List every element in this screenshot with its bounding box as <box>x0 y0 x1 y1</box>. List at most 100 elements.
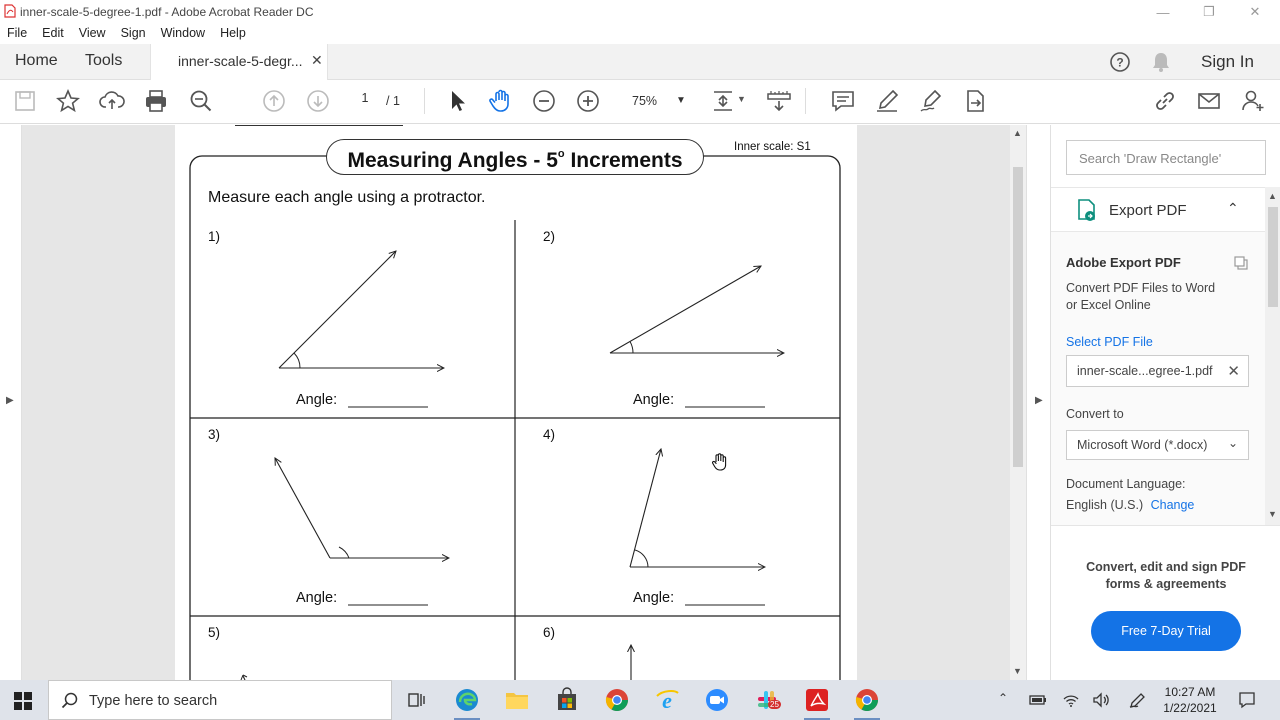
taskbar-search[interactable]: Type here to search <box>48 680 392 720</box>
export-pdf-header[interactable]: Export PDF ⌃ <box>1051 188 1265 232</box>
select-pdf-file-link[interactable]: Select PDF File <box>1066 335 1153 349</box>
zoom-out-icon[interactable] <box>531 88 557 114</box>
add-user-icon[interactable] <box>1240 88 1266 114</box>
show-hidden-icons-icon[interactable]: ⌃ <box>998 691 1008 705</box>
edge-icon[interactable] <box>454 687 480 713</box>
scroll-down-icon[interactable]: ▼ <box>1013 666 1022 676</box>
copy-icon[interactable] <box>1233 255 1249 271</box>
zoom-icon[interactable] <box>704 687 730 713</box>
menu-edit[interactable]: Edit <box>35 24 72 44</box>
tools-search-input[interactable]: Search 'Draw Rectangle' <box>1066 140 1266 175</box>
share-file-icon[interactable] <box>962 88 988 114</box>
scroll-down-icon[interactable]: ▼ <box>1268 509 1277 519</box>
tab-document[interactable]: inner-scale-5-degr... ✕ <box>150 44 328 80</box>
restore-icon[interactable]: ❐ <box>1186 2 1232 22</box>
scroll-up-icon[interactable]: ▲ <box>1013 128 1022 138</box>
right-pane-scrollbar[interactable]: ▲ ▼ <box>1265 187 1280 525</box>
close-icon[interactable]: ✕ <box>1232 2 1278 22</box>
volume-icon[interactable] <box>1092 692 1110 708</box>
menu-file[interactable]: File <box>0 24 35 44</box>
bookmark-star-icon[interactable] <box>55 88 81 114</box>
close-tab-icon[interactable]: ✕ <box>311 52 323 69</box>
hand-icon[interactable] <box>488 88 514 114</box>
question-number: 1) <box>208 229 221 244</box>
zoom-select[interactable]: 75% ▼ <box>620 91 688 111</box>
adobe-export-heading: Adobe Export PDF <box>1066 255 1181 270</box>
help-icon[interactable]: ? <box>1109 51 1131 73</box>
collapse-right-pane-icon[interactable]: ▶ <box>1035 395 1043 406</box>
question-number: 5) <box>208 625 221 640</box>
upload-icon[interactable] <box>99 88 125 114</box>
windows-start-icon[interactable] <box>14 692 32 710</box>
window-title: inner-scale-5-degree-1.pdf - Adobe Acrob… <box>20 5 314 19</box>
export-pdf-icon <box>1078 199 1095 221</box>
print-icon[interactable] <box>143 88 169 114</box>
instructions: Measure each angle using a protractor. <box>208 189 486 206</box>
system-clock[interactable]: 10:27 AM 1/22/2021 <box>1158 684 1222 716</box>
ie-icon[interactable]: e <box>654 687 680 713</box>
task-view-icon[interactable] <box>406 690 426 710</box>
menu-window[interactable]: Window <box>154 24 213 44</box>
right-gutter: ▶ <box>1026 125 1050 680</box>
bell-icon[interactable] <box>1151 51 1171 73</box>
fit-page-icon[interactable] <box>710 88 736 114</box>
select-arrow-icon[interactable] <box>445 88 471 114</box>
menu-help[interactable]: Help <box>213 24 254 44</box>
tab-home[interactable]: Home <box>15 52 58 70</box>
worksheet-lines <box>189 125 841 680</box>
convert-format-select[interactable]: Microsoft Word (*.docx) ⌄ <box>1066 430 1249 460</box>
notification-icon[interactable] <box>1238 691 1256 709</box>
store-icon[interactable] <box>554 687 580 713</box>
battery-icon[interactable] <box>1028 692 1048 708</box>
scroll-up-icon[interactable]: ▲ <box>1268 191 1277 201</box>
pen-workspace-icon[interactable] <box>1128 692 1146 708</box>
mail-icon[interactable] <box>1196 88 1222 114</box>
scroll-mode-icon[interactable] <box>766 88 792 114</box>
question-number: 2) <box>543 229 556 244</box>
angle-figure-3 <box>275 458 449 558</box>
chevron-down-icon: ⌄ <box>1227 436 1238 450</box>
document-scrollbar[interactable]: ▲ ▼ <box>1010 125 1026 680</box>
sign-in-button[interactable]: Sign In <box>1201 52 1254 72</box>
minimize-icon[interactable]: — <box>1140 2 1186 22</box>
sign-icon[interactable] <box>918 88 944 114</box>
tab-bar: Home Tools inner-scale-5-degr... ✕ ? Sig… <box>0 44 1280 80</box>
angle-label: Angle: <box>633 590 675 606</box>
title-bar: inner-scale-5-degree-1.pdf - Adobe Acrob… <box>0 0 1280 24</box>
menu-sign[interactable]: Sign <box>114 24 154 44</box>
link-icon[interactable] <box>1152 88 1178 114</box>
left-panel-collapsed[interactable]: ▶ <box>0 125 22 680</box>
fit-page-caret-icon[interactable]: ▼ <box>737 94 746 104</box>
taskbar-search-placeholder: Type here to search <box>89 693 218 709</box>
worksheet-title: Measuring Angles - 5o Increments <box>326 139 704 175</box>
free-trial-button[interactable]: Free 7-Day Trial <box>1091 611 1241 651</box>
angle-label: Angle: <box>296 392 338 408</box>
page-number-input[interactable]: 1 <box>352 91 378 111</box>
expand-left-icon[interactable]: ▶ <box>6 395 14 406</box>
change-language-link[interactable]: Change <box>1151 498 1195 512</box>
wifi-icon[interactable] <box>1062 692 1080 708</box>
toolbar-separator <box>805 88 806 114</box>
angle-figure-2 <box>609 266 784 353</box>
comment-icon[interactable] <box>830 88 856 114</box>
scrollbar-thumb[interactable] <box>1013 167 1023 467</box>
clear-file-icon[interactable]: ✕ <box>1227 362 1240 380</box>
scrollbar-thumb[interactable] <box>1268 207 1278 307</box>
menu-view[interactable]: View <box>72 24 114 44</box>
page-down-icon[interactable] <box>305 88 331 114</box>
acrobat-icon[interactable] <box>804 687 830 713</box>
toolbar-separator <box>424 88 425 114</box>
page-up-icon[interactable] <box>261 88 287 114</box>
chevron-up-icon[interactable]: ⌃ <box>1227 200 1239 217</box>
tab-tools[interactable]: Tools <box>85 52 122 70</box>
zoom-in-icon[interactable] <box>575 88 601 114</box>
chrome-icon[interactable] <box>854 687 880 713</box>
file-explorer-icon[interactable] <box>504 687 530 713</box>
zoom-search-icon[interactable] <box>188 88 214 114</box>
pdf-page: Measuring Angles - 5o Increments Inner s… <box>175 125 857 680</box>
highlight-pen-icon[interactable] <box>874 88 900 114</box>
chrome-icon[interactable] <box>604 687 630 713</box>
save-icon[interactable] <box>12 88 38 114</box>
convert-description: Convert PDF Files to Word <box>1066 281 1216 295</box>
selected-file-field[interactable]: inner-scale...egree-1.pdf ✕ <box>1066 355 1249 387</box>
